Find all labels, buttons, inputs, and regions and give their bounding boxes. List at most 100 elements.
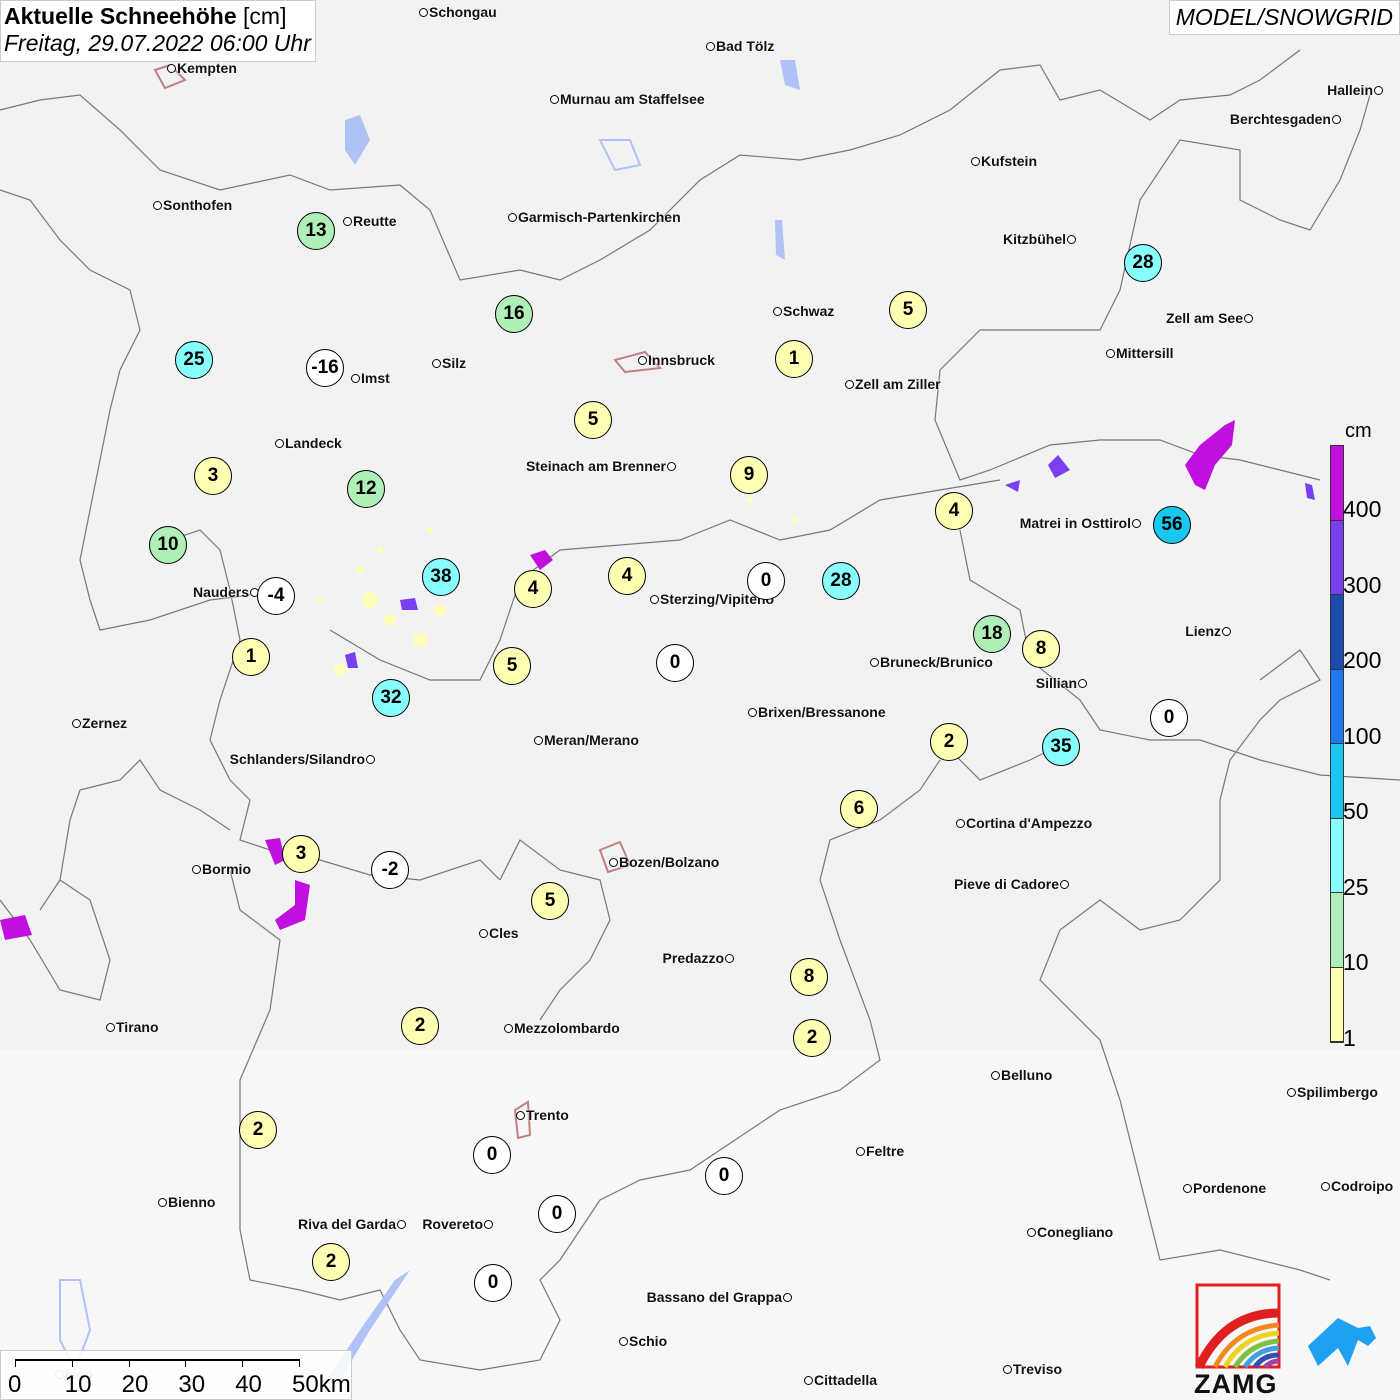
city-dot-icon: [725, 953, 734, 963]
city-label: Silz: [432, 355, 466, 371]
city-label: Bad Tölz: [706, 38, 774, 54]
station-marker: 2: [930, 723, 968, 761]
city-label: Lienz: [1185, 623, 1231, 639]
city-name: Garmisch-Partenkirchen: [518, 209, 681, 225]
city-dot-icon: [484, 1219, 493, 1229]
city-name: Bad Tölz: [716, 38, 775, 54]
legend-label: 200: [1343, 647, 1382, 673]
station-marker: 5: [574, 401, 612, 439]
city-dot-icon: [870, 657, 879, 667]
city-dot-icon: [1132, 518, 1141, 528]
city-label: Meran/Merano: [534, 732, 639, 748]
station-marker: 18: [973, 615, 1011, 653]
station-marker: 28: [822, 562, 860, 600]
city-dot-icon: [550, 94, 559, 104]
city-label: Cles: [479, 925, 519, 941]
city-dot-icon: [667, 461, 676, 471]
city-label: Conegliano: [1027, 1224, 1113, 1240]
station-marker: -4: [257, 577, 295, 615]
city-name: Imst: [361, 370, 390, 386]
city-label: Zell am See: [1166, 310, 1253, 326]
station-marker: 4: [608, 557, 646, 595]
station-marker: 5: [889, 291, 927, 329]
city-dot-icon: [1060, 879, 1069, 889]
city-label: Cortina d'Ampezzo: [956, 815, 1092, 831]
city-name: Nauders: [192, 584, 249, 600]
city-dot-icon: [516, 1110, 525, 1120]
city-label: Garmisch-Partenkirchen: [508, 209, 681, 225]
city-label: Tirano: [106, 1019, 159, 1035]
city-name: Belluno: [1001, 1067, 1053, 1083]
city-label: Sillian: [1036, 675, 1087, 691]
scale-tick: [299, 1359, 300, 1367]
city-label: Spilimbergo: [1287, 1084, 1378, 1100]
station-marker: 4: [514, 570, 552, 608]
city-name: Murnau am Staffelsee: [560, 91, 705, 107]
city-label: Brixen/Bressanone: [748, 704, 886, 720]
city-dot-icon: [1003, 1364, 1012, 1374]
scale-label: 0: [8, 1371, 22, 1398]
city-dot-icon: [72, 718, 81, 728]
legend-swatch: [1331, 893, 1343, 968]
city-label: Imst: [351, 370, 390, 386]
city-label: Hallein: [1327, 82, 1383, 98]
city-label: Riva del Garda: [298, 1216, 406, 1232]
station-marker: 38: [422, 558, 460, 596]
station-marker: 2: [312, 1243, 350, 1281]
city-name: Silz: [442, 355, 467, 371]
city-dot-icon: [1244, 313, 1253, 323]
city-name: Zell am Ziller: [855, 376, 941, 392]
city-dot-icon: [397, 1219, 406, 1229]
station-marker: 25: [175, 341, 213, 379]
city-label: Predazzo: [663, 950, 734, 966]
city-label: Mezzolombardo: [504, 1020, 620, 1036]
city-label: Bormio: [192, 861, 251, 877]
city-dot-icon: [1222, 626, 1231, 636]
station-marker: 3: [194, 457, 232, 495]
city-dot-icon: [748, 707, 757, 717]
scale-label: 30: [178, 1371, 206, 1398]
station-marker: 5: [531, 882, 569, 920]
city-dot-icon: [1374, 85, 1383, 95]
city-label: Steinach am Brenner: [526, 458, 676, 474]
city-name: Hallein: [1327, 82, 1373, 98]
station-marker: 6: [840, 790, 878, 828]
city-name: Landeck: [285, 435, 342, 451]
city-label: Matrei in Osttirol: [1020, 515, 1141, 531]
city-dot-icon: [158, 1197, 167, 1207]
city-dot-icon: [991, 1070, 1000, 1080]
scale-tick: [185, 1359, 187, 1367]
city-dot-icon: [609, 857, 618, 867]
city-name: Innsbruck: [648, 352, 715, 368]
station-marker: 9: [730, 456, 768, 494]
city-label: Feltre: [856, 1143, 904, 1159]
city-name: Kitzbühel: [1003, 231, 1066, 247]
station-marker: 0: [474, 1264, 512, 1302]
city-name: Mittersill: [1116, 345, 1174, 361]
city-dot-icon: [1287, 1087, 1296, 1097]
city-label: Schio: [619, 1333, 667, 1349]
city-dot-icon: [706, 41, 715, 51]
scale-tick: [71, 1359, 73, 1367]
legend-label: 25: [1343, 873, 1369, 900]
city-label: Kitzbühel: [1003, 231, 1076, 247]
station-marker: 3: [282, 835, 320, 873]
legend-label: 50: [1343, 798, 1369, 824]
station-marker: 0: [473, 1136, 511, 1174]
station-marker: 1: [775, 340, 813, 378]
city-label: Schwaz: [773, 303, 834, 319]
snowgrid-mountain-icon: [1308, 1318, 1376, 1366]
city-dot-icon: [650, 594, 659, 604]
city-name: Predazzo: [662, 950, 724, 966]
city-name: Bozen/Bolzano: [619, 854, 720, 870]
city-name: Trento: [526, 1107, 569, 1123]
station-marker: 0: [656, 644, 694, 682]
city-name: Lienz: [1185, 623, 1221, 639]
city-dot-icon: [773, 306, 782, 316]
city-dot-icon: [153, 200, 162, 210]
city-dot-icon: [534, 735, 543, 745]
city-name: Schongau: [429, 4, 497, 20]
city-label: Zell am Ziller: [845, 376, 941, 392]
city-name: Kufstein: [981, 153, 1037, 169]
city-dot-icon: [504, 1023, 513, 1033]
